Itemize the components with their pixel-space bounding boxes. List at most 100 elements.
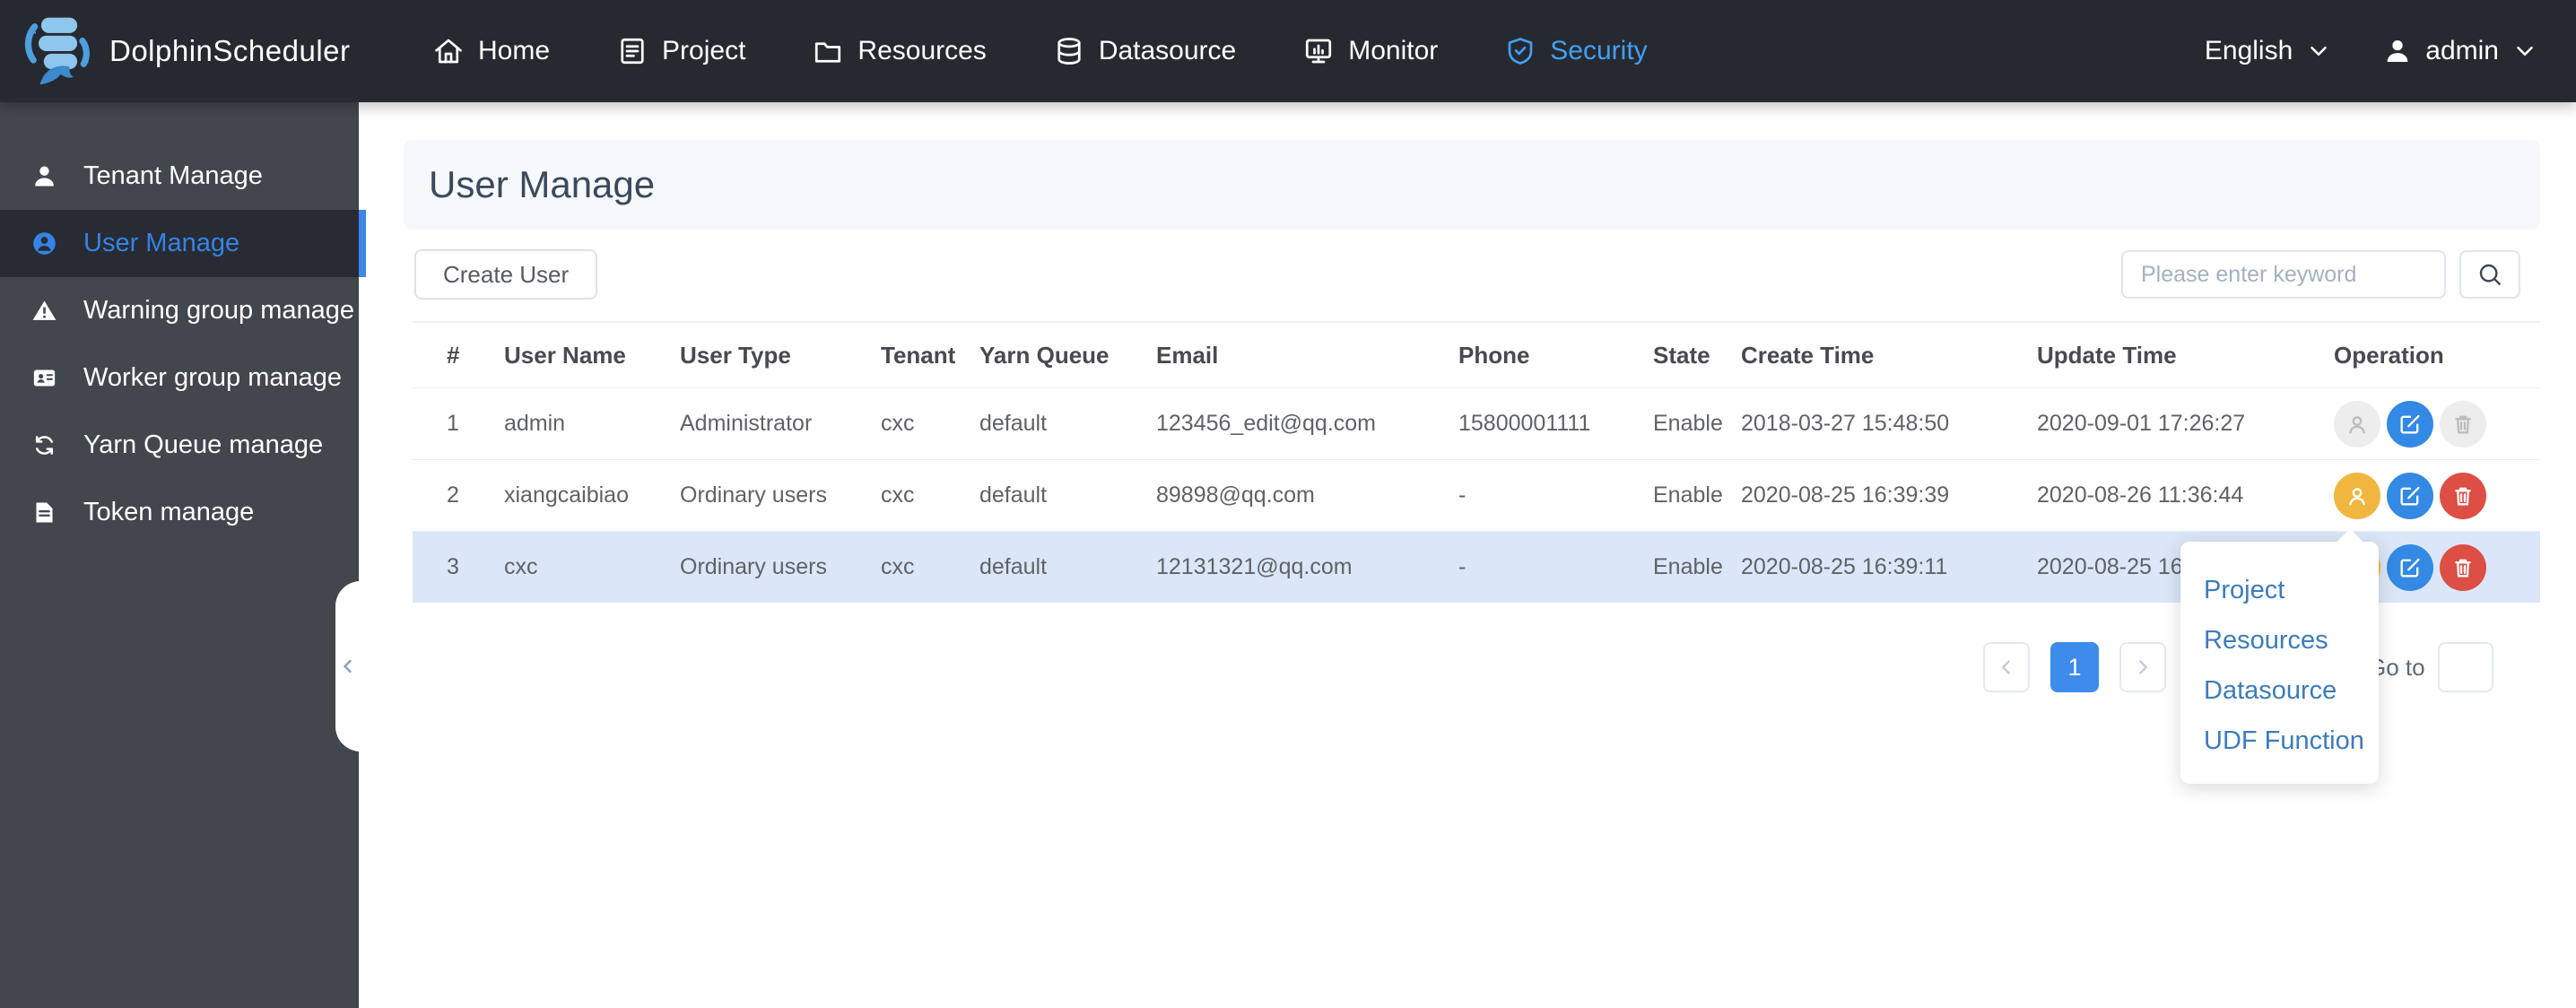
col-user-name: User Name: [504, 341, 626, 369]
authorize-popup: Project Resources Datasource UDF Functio…: [2180, 542, 2379, 784]
cell-state: Enable: [1653, 482, 1723, 508]
sidebar-collapse-handle[interactable]: [335, 581, 361, 752]
sidebar-item-label: User Manage: [83, 229, 240, 257]
delete-button[interactable]: [2440, 472, 2486, 519]
popup-item-datasource[interactable]: Datasource: [2180, 665, 2379, 716]
cell-email: 89898@qq.com: [1156, 482, 1315, 508]
sidebar-item-warning-group-manage[interactable]: Warning group manage: [0, 277, 359, 344]
edit-button[interactable]: [2387, 543, 2433, 591]
brand[interactable]: DolphinScheduler: [18, 10, 351, 92]
folder-icon: [815, 42, 841, 63]
pagination-prev-button[interactable]: [1983, 642, 2030, 692]
cell-operations: [2334, 400, 2540, 448]
edit-icon: [2400, 486, 2420, 505]
edit-button[interactable]: [2387, 472, 2433, 519]
cell-tenant: cxc: [881, 554, 915, 579]
cell-user-name: cxc: [504, 554, 538, 579]
col-phone: Phone: [1458, 341, 1530, 369]
cell-state: Enable: [1653, 554, 1723, 579]
chevron-right-icon: [2139, 660, 2147, 674]
authorize-button[interactable]: [2334, 400, 2380, 448]
cell-user-name: xiangcaibiao: [504, 482, 629, 508]
authorize-button[interactable]: [2334, 472, 2380, 519]
pagination-next-button[interactable]: [2119, 642, 2166, 692]
trash-icon: [2455, 559, 2471, 577]
id-card-icon: [33, 369, 56, 387]
goto-page-input[interactable]: [2438, 642, 2493, 692]
delete-button[interactable]: [2440, 400, 2486, 448]
create-user-button[interactable]: Create User: [414, 249, 598, 300]
cell-email: 12131321@qq.com: [1156, 554, 1353, 579]
cell-tenant: cxc: [881, 482, 915, 508]
cell-create-time: 2018-03-27 15:48:50: [1741, 411, 1950, 436]
sidebar-item-label: Worker group manage: [83, 363, 343, 392]
col-index: #: [447, 341, 460, 369]
username-label: admin: [2425, 36, 2499, 65]
dolphinscheduler-logo-icon: [24, 17, 90, 85]
search-icon: [2479, 264, 2501, 285]
edit-icon: [2400, 414, 2420, 433]
recycle-icon: [35, 436, 54, 455]
sidebar-item-label: Warning group manage: [83, 296, 354, 325]
col-update-time: Update Time: [2037, 341, 2177, 369]
pagination-page-1[interactable]: 1: [2050, 642, 2099, 692]
sidebar-item-label: Yarn Queue manage: [83, 430, 324, 459]
nav-right: English admin: [2205, 0, 2538, 102]
search-button[interactable]: [2459, 250, 2520, 299]
popup-item-project[interactable]: Project: [2180, 565, 2379, 615]
chevron-down-icon: [2517, 47, 2533, 56]
popup-item-udf-function[interactable]: UDF Function: [2180, 716, 2379, 766]
cell-user-name: admin: [504, 411, 566, 436]
nav-item-datasource[interactable]: Datasource: [1053, 35, 1236, 67]
nav-item-label: Resources: [857, 36, 987, 65]
table-row: 2 xiangcaibiao Ordinary users cxc defaul…: [413, 459, 2540, 531]
trash-icon: [2455, 415, 2471, 433]
sidebar-item-label: Tenant Manage: [83, 161, 263, 190]
table-row: 1 admin Administrator cxc default 123456…: [413, 387, 2540, 459]
active-indicator: [359, 210, 366, 277]
delete-button[interactable]: [2440, 543, 2486, 591]
cell-state: Enable: [1653, 411, 1723, 436]
nav-item-security[interactable]: Security: [1504, 35, 1648, 67]
sidebar-item-user-manage[interactable]: User Manage: [0, 210, 366, 277]
page-header: User Manage: [404, 140, 2540, 230]
cell-tenant: cxc: [881, 411, 915, 436]
cell-yarn-queue: default: [979, 411, 1048, 436]
cell-yarn-queue: default: [979, 482, 1048, 508]
col-user-type: User Type: [680, 341, 791, 369]
nav-item-label: Security: [1550, 36, 1648, 65]
app: DolphinScheduler Home Project Resources …: [0, 0, 2576, 1008]
person-icon: [35, 166, 54, 187]
page-title: User Manage: [429, 163, 656, 205]
sidebar-item-yarn-queue-manage[interactable]: Yarn Queue manage: [0, 412, 359, 479]
chevron-left-icon: [2002, 660, 2010, 674]
cell-operations: [2334, 472, 2540, 519]
avatar-icon: [2387, 39, 2408, 63]
sidebar-item-worker-group-manage[interactable]: Worker group manage: [0, 344, 359, 412]
home-icon: [435, 39, 462, 64]
language-selector[interactable]: English: [2205, 36, 2332, 66]
edit-button[interactable]: [2387, 400, 2433, 448]
col-tenant: Tenant: [881, 341, 956, 369]
nav-item-resources[interactable]: Resources: [812, 35, 987, 67]
cell-create-time: 2020-08-25 16:39:39: [1741, 482, 1950, 508]
nav-item-monitor[interactable]: Monitor: [1302, 35, 1438, 67]
monitor-icon: [1306, 39, 1332, 64]
col-create-time: Create Time: [1741, 341, 1875, 369]
sidebar-item-label: Token manage: [83, 498, 255, 526]
user-menu[interactable]: admin: [2382, 36, 2538, 66]
search-input[interactable]: [2121, 250, 2446, 299]
cell-update-time: 2020-09-01 17:26:27: [2037, 411, 2246, 436]
col-state: State: [1653, 341, 1710, 369]
nav-item-project[interactable]: Project: [616, 35, 745, 67]
col-email: Email: [1156, 341, 1219, 369]
sidebar-item-token-manage[interactable]: Token manage: [0, 479, 359, 546]
popup-item-resources[interactable]: Resources: [2180, 615, 2379, 665]
cell-update-time: 2020-08-26 11:36:44: [2037, 482, 2244, 508]
nav-item-home[interactable]: Home: [432, 35, 550, 67]
top-navbar: DolphinScheduler Home Project Resources …: [0, 0, 2576, 102]
cell-index: 3: [447, 554, 459, 579]
sidebar-item-tenant-manage[interactable]: Tenant Manage: [0, 143, 359, 210]
nav-item-label: Datasource: [1098, 36, 1237, 65]
table-header: # User Name User Type Tenant Yarn Queue …: [413, 321, 2540, 387]
